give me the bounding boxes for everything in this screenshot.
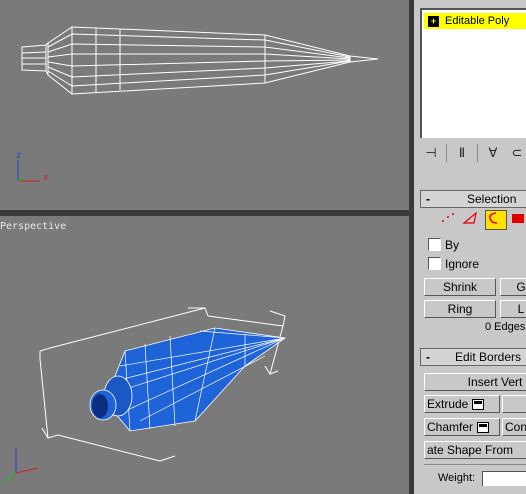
extrude-label: Extrude — [427, 397, 469, 411]
edge-select-icon[interactable] — [462, 211, 482, 229]
extrude-button[interactable]: Extrude — [424, 395, 500, 413]
by-vertex-label: By — [445, 238, 460, 252]
rollout-title: Selection — [467, 192, 517, 206]
insert-vertex-button[interactable]: Insert Vert — [424, 373, 526, 391]
command-panel: + Editable Poly ⊣ Ⅱ ∀ ⊂ - Selection By I… — [414, 0, 526, 494]
grow-button[interactable]: G — [500, 278, 526, 296]
by-vertex-checkbox[interactable] — [428, 238, 441, 251]
collapse-icon: - — [426, 192, 430, 206]
modifier-label: Editable Poly — [445, 15, 510, 27]
ring-button[interactable]: Ring — [424, 300, 496, 318]
weight-label: Weight: — [438, 472, 476, 484]
insert-vertex-label: Insert Vert — [467, 375, 523, 389]
make-unique-icon[interactable]: ∀ — [484, 143, 502, 163]
top-viewport-wireframe — [17, 26, 379, 182]
chamfer-label: Chamfer — [427, 420, 474, 434]
connect-button[interactable]: Con — [502, 418, 526, 436]
chamfer-settings-icon[interactable] — [477, 421, 490, 433]
loop-button[interactable]: L — [500, 300, 526, 318]
modifier-stack-item-editable-poly[interactable]: + Editable Poly — [424, 13, 526, 29]
selection-rollout-header[interactable]: - Selection — [420, 190, 526, 208]
polygon-select-icon[interactable] — [510, 211, 526, 229]
edit-borders-rollout-header[interactable]: - Edit Borders — [420, 348, 526, 366]
perspective-viewport[interactable]: Perspective — [0, 216, 409, 494]
axis-tripod-perspective — [3, 448, 39, 483]
ignore-backfacing-label: Ignore — [445, 257, 480, 271]
axis-z-label: z — [16, 151, 22, 161]
axis-x-label: x — [43, 173, 49, 183]
perspective-mesh — [3, 307, 287, 483]
modifier-stack-list[interactable]: + Editable Poly — [420, 8, 526, 138]
weld-button[interactable] — [502, 395, 526, 413]
toolbar-separator — [477, 144, 478, 162]
top-viewport[interactable]: x z — [0, 0, 409, 210]
extrude-settings-icon[interactable] — [472, 398, 485, 410]
border-select-icon[interactable] — [485, 210, 507, 230]
chamfer-button[interactable]: Chamfer — [424, 418, 500, 436]
stack-toolbar: ⊣ Ⅱ ∀ ⊂ — [414, 140, 526, 166]
ignore-backfacing-checkbox[interactable] — [428, 257, 441, 270]
expand-icon[interactable]: + — [428, 15, 439, 27]
axis-tripod-top — [17, 160, 40, 182]
remove-modifier-icon[interactable]: ⊂ — [508, 143, 526, 163]
vertex-select-icon[interactable] — [440, 211, 460, 229]
pin-stack-icon[interactable]: ⊣ — [422, 143, 440, 163]
weight-field[interactable] — [482, 471, 526, 486]
shrink-button[interactable]: Shrink — [424, 278, 496, 296]
create-shape-button[interactable]: ate Shape From — [424, 441, 526, 459]
rollout-title: Edit Borders — [455, 350, 522, 364]
collapse-icon: - — [426, 350, 430, 364]
selection-status: 0 Edges — [485, 321, 526, 333]
show-end-result-icon[interactable]: Ⅱ — [453, 143, 471, 163]
toolbar-separator — [446, 144, 447, 162]
